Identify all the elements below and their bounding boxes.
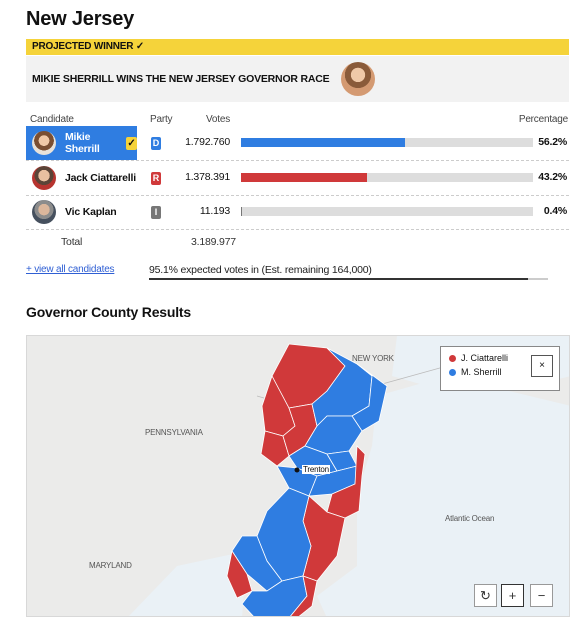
vote-count: 1.378.391 — [185, 171, 230, 183]
vote-share-bar — [241, 138, 533, 147]
label-pennsylvania: PENNSYLVANIA — [145, 428, 203, 437]
winner-avatar — [341, 62, 376, 96]
party-badge: I — [151, 206, 161, 219]
candidate-row-ciattarelli[interactable]: Jack Ciattarelli R 1.378.391 43.2% — [26, 161, 569, 195]
avatar — [32, 166, 56, 190]
view-all-candidates-link[interactable]: + view all candidates — [26, 264, 115, 275]
trenton-marker — [294, 467, 300, 473]
header-candidate: Candidate — [30, 114, 74, 125]
projected-winner-banner: PROJECTED WINNER ✓ — [26, 39, 569, 55]
candidate-row-sherrill[interactable]: Mikie Sherrill ✓ D 1.792.760 56.2% — [26, 126, 569, 160]
legend-dot — [449, 368, 456, 376]
legend-close-button[interactable]: × — [531, 355, 553, 377]
label-trenton: Trenton — [302, 465, 330, 474]
map-legend: J. Ciattarelli M. Sherrill × — [440, 346, 560, 391]
party-badge: R — [151, 172, 161, 185]
zoom-in-button[interactable]: + — [501, 584, 524, 607]
label-new-york: NEW YORK — [352, 354, 394, 363]
vote-count: 11.193 — [199, 205, 230, 217]
candidate-row-kaplan[interactable]: Vic Kaplan I 11.193 0.4% — [26, 195, 569, 229]
header-party: Party — [150, 114, 173, 125]
county-results-map[interactable]: NEW YORK PENNSYLVANIA Trenton Atlantic O… — [26, 335, 570, 617]
winner-headline: MIKIE SHERRILL WINS THE NEW JERSEY GOVER… — [32, 73, 330, 85]
expected-votes-text: 95.1% expected votes in (Est. remaining … — [149, 264, 372, 276]
expected-votes-fill — [149, 278, 529, 280]
vote-share-bar — [241, 173, 533, 182]
total-label: Total — [61, 236, 83, 248]
vote-share-fill — [241, 173, 368, 182]
winner-check-icon: ✓ — [125, 136, 137, 150]
avatar — [32, 200, 56, 224]
vote-share-bar — [241, 207, 533, 216]
legend-label: M. Sherrill — [461, 367, 502, 377]
page-title: New Jersey — [26, 8, 135, 30]
label-atlantic-ocean: Atlantic Ocean — [445, 514, 495, 523]
map-title: Governor County Results — [26, 304, 191, 320]
row-divider — [26, 229, 569, 230]
total-votes: 3.189.977 — [191, 236, 236, 248]
vote-percentage: 43.2% — [538, 171, 567, 183]
candidate-name: Jack Ciattarelli — [65, 172, 136, 184]
header-percentage: Percentage — [518, 114, 568, 125]
zoom-out-button[interactable]: − — [530, 584, 553, 607]
candidate-name: Mikie Sherrill — [65, 131, 100, 155]
winner-headline-row: MIKIE SHERRILL WINS THE NEW JERSEY GOVER… — [26, 56, 569, 102]
legend-label: J. Ciattarelli — [461, 353, 509, 363]
vote-percentage: 56.2% — [538, 136, 567, 148]
label-maryland: MARYLAND — [89, 561, 132, 570]
candidate-name: Vic Kaplan — [65, 206, 117, 218]
expected-votes-progress — [149, 278, 548, 280]
header-votes: Votes — [206, 114, 231, 125]
vote-share-fill — [241, 138, 406, 147]
party-badge: D — [151, 137, 161, 150]
vote-percentage: 0.4% — [543, 205, 567, 217]
legend-dot — [449, 354, 456, 362]
avatar — [32, 131, 56, 155]
reset-view-button[interactable]: ↻ — [474, 584, 497, 607]
delaware-bay-area — [128, 551, 247, 616]
vote-count: 1.792.760 — [185, 136, 230, 148]
vote-share-fill — [241, 207, 243, 216]
